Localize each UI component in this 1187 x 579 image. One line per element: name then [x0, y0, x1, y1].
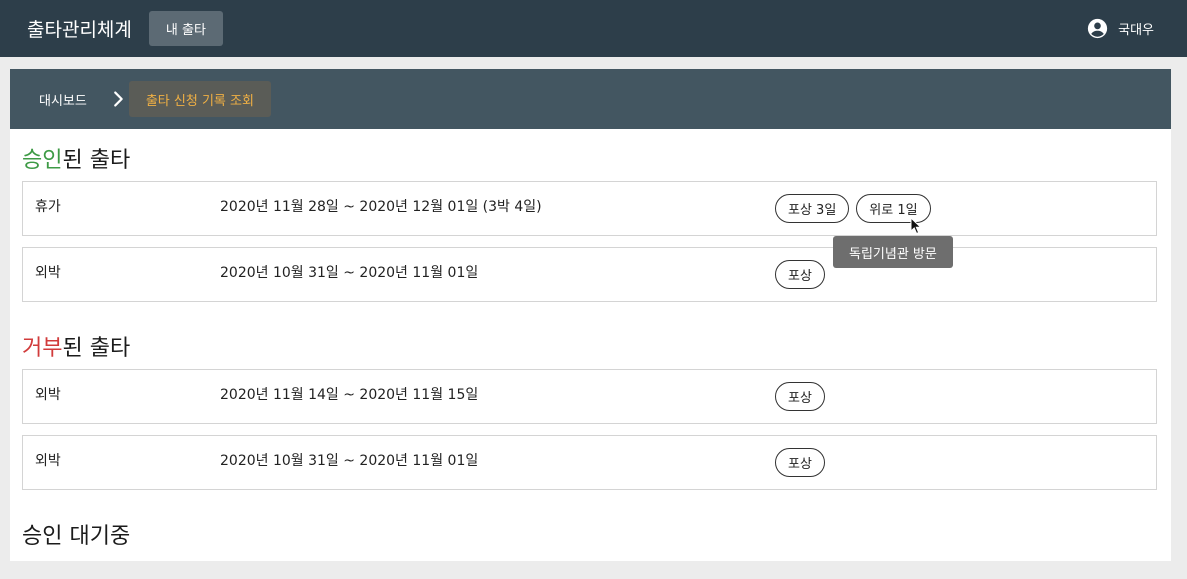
- rejected-title-rest: 된 출타: [62, 336, 131, 361]
- pending-section-title: 승인 대기중: [22, 524, 131, 549]
- main-card: 대시보드 출타 신청 기록 조회 승인된 출타 휴가 2020년 11월 28일…: [10, 69, 1171, 561]
- leave-type: 외박: [35, 453, 61, 469]
- user-name: 국대우: [1118, 23, 1154, 38]
- approved-section-title: 승인된 출타: [22, 142, 130, 174]
- breadcrumb-current[interactable]: 출타 신청 기록 조회: [128, 81, 271, 117]
- mouse-cursor-icon: [910, 217, 922, 235]
- leave-type: 휴가: [35, 199, 61, 215]
- tag-tooltip: 독립기념관 방문: [833, 236, 953, 268]
- top-navbar: 출타관리체계 내 출타 국대우: [0, 0, 1187, 57]
- user-menu[interactable]: 국대우: [1087, 0, 1154, 57]
- rejected-section-title: 거부된 출타: [22, 330, 130, 362]
- reward-tag[interactable]: 포상: [775, 382, 825, 411]
- breadcrumb: 대시보드 출타 신청 기록 조회: [10, 69, 1171, 129]
- approved-row[interactable]: 외박 2020년 10월 31일 ~ 2020년 11월 01일 포상: [22, 247, 1157, 302]
- reward-tag[interactable]: 포상 3일: [775, 194, 850, 223]
- leave-dates: 2020년 10월 31일 ~ 2020년 11월 01일: [220, 265, 479, 281]
- rejected-row[interactable]: 외박 2020년 11월 14일 ~ 2020년 11월 15일 포상: [22, 369, 1157, 424]
- tag-group: 포상: [775, 382, 832, 411]
- tag-group: 포상: [775, 260, 832, 289]
- approved-title-rest: 된 출타: [62, 148, 131, 173]
- rejected-title-highlight: 거부: [22, 336, 63, 361]
- tag-group: 포상: [775, 448, 832, 477]
- leave-dates: 2020년 10월 31일 ~ 2020년 11월 01일: [220, 453, 479, 469]
- rejected-row[interactable]: 외박 2020년 10월 31일 ~ 2020년 11월 01일 포상: [22, 435, 1157, 490]
- approved-title-highlight: 승인: [22, 148, 63, 173]
- approved-row[interactable]: 휴가 2020년 11월 28일 ~ 2020년 12월 01일 (3박 4일)…: [22, 181, 1157, 236]
- app-title[interactable]: 출타관리체계: [27, 15, 132, 42]
- leave-dates: 2020년 11월 14일 ~ 2020년 11월 15일: [220, 387, 479, 403]
- chevron-right-icon: [113, 91, 123, 107]
- leave-type: 외박: [35, 387, 61, 403]
- reward-tag[interactable]: 포상: [775, 260, 825, 289]
- leave-dates: 2020년 11월 28일 ~ 2020년 12월 01일 (3박 4일): [220, 199, 542, 215]
- reward-tag[interactable]: 포상: [775, 448, 825, 477]
- breadcrumb-dashboard[interactable]: 대시보드: [39, 90, 87, 109]
- leave-type: 외박: [35, 265, 61, 281]
- my-leave-button[interactable]: 내 출타: [148, 11, 223, 46]
- account-circle-icon: [1087, 18, 1108, 39]
